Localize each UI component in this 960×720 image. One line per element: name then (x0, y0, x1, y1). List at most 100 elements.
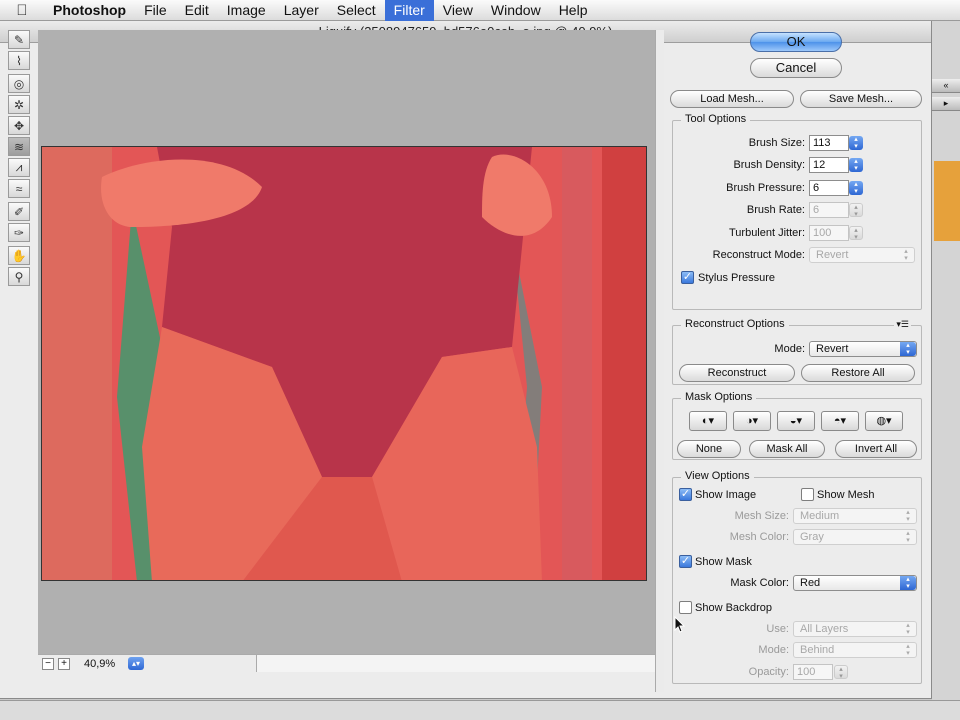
turbulent-jitter-label: Turbulent Jitter: (728, 227, 805, 239)
invert-all-button[interactable]: Invert All (835, 440, 917, 458)
turbulent-jitter-field[interactable]: 100 (809, 225, 849, 241)
freeze-mask-tool-icon[interactable]: ✐ (8, 202, 30, 221)
brush-density-stepper[interactable]: ▴ ▾ (849, 158, 863, 172)
mesh-color-select[interactable]: Gray ▴ ▾ (793, 529, 917, 545)
menu-view[interactable]: View (434, 0, 482, 21)
mask-color-select[interactable]: Red ▴ ▾ (793, 575, 917, 591)
menu-image[interactable]: Image (218, 0, 275, 21)
brush-rate-field[interactable]: 6 (809, 202, 849, 218)
collapse-icon[interactable]: ▸ (932, 97, 960, 111)
chevron-updown-icon: ▴ ▾ (906, 530, 910, 544)
mesh-size-label: Mesh Size: (734, 510, 789, 522)
mask-intersect-icon[interactable]: ◓▾ (821, 411, 859, 431)
push-left-tool-icon[interactable]: ≋ (8, 137, 30, 156)
turbulence-tool-icon[interactable]: ≈ (8, 179, 30, 198)
brush-size-stepper[interactable]: ▴ ▾ (849, 136, 863, 150)
restore-all-button[interactable]: Restore All (801, 364, 915, 382)
view-options-group: View Options ✓ Show Image Show Mesh Mesh… (672, 470, 922, 684)
pucker-tool-icon[interactable]: ✲ (8, 95, 30, 114)
forward-warp-tool-icon[interactable]: ✎ (8, 30, 30, 49)
zoom-stepper[interactable]: ▴▾ (128, 657, 144, 670)
backdrop-mode-label: Mode: (758, 644, 789, 656)
chevron-updown-icon: ▴ ▾ (900, 342, 916, 356)
mesh-size-select[interactable]: Medium ▴ ▾ (793, 508, 917, 524)
mask-none-button[interactable]: None (677, 440, 741, 458)
mouse-cursor-icon (674, 616, 686, 633)
background-app-edge: « ▸ (932, 21, 960, 720)
zoom-in-button[interactable]: + (58, 657, 70, 670)
turbulent-jitter-stepper[interactable]: ▴ ▾ (849, 226, 863, 241)
zoom-bar: − + 40,9% ▴▾ (38, 654, 655, 672)
thaw-mask-tool-icon[interactable]: ✑ (8, 223, 30, 242)
backdrop-use-select[interactable]: All Layers ▴ ▾ (793, 621, 917, 637)
preview-image[interactable] (41, 146, 647, 581)
menu-file[interactable]: File (135, 0, 176, 21)
brush-size-field[interactable]: 113 (809, 135, 849, 151)
preview-canvas[interactable] (38, 30, 655, 655)
menu-edit[interactable]: Edit (176, 0, 218, 21)
load-mesh-button[interactable]: Load Mesh... (670, 90, 794, 108)
panel-menu-icon[interactable]: ▾☰ (894, 319, 911, 330)
zoom-tool-icon[interactable]: ⚲ (8, 267, 30, 286)
mirror-tool-icon[interactable]: ⩘ (8, 158, 30, 177)
reconstruct-tool-icon[interactable]: ⌇ (8, 51, 30, 70)
menu-select[interactable]: Select (328, 0, 385, 21)
mask-subtract-icon[interactable]: ◒▾ (777, 411, 815, 431)
mask-options-group: Mask Options ◐▾ ◑▾ ◒▾ ◓▾ ◍▾ None Mask Al… (672, 391, 922, 460)
chevron-updown-icon: ▴ ▾ (906, 509, 910, 523)
bloat-tool-icon[interactable]: ✥ (8, 116, 30, 135)
brush-pressure-label: Brush Pressure: (726, 182, 805, 194)
mask-replace-icon[interactable]: ◐▾ (689, 411, 727, 431)
backdrop-mode-select[interactable]: Behind ▴ ▾ (793, 642, 917, 658)
show-image-label: Show Image (695, 489, 757, 501)
brush-pressure-stepper[interactable]: ▴ ▾ (849, 181, 863, 195)
reconstruct-button[interactable]: Reconstruct (679, 364, 795, 382)
backdrop-mode-value: Behind (800, 644, 835, 656)
show-image-checkbox[interactable]: ✓ (679, 488, 692, 501)
collapse-icon[interactable]: « (932, 79, 960, 93)
mask-all-button[interactable]: Mask All (749, 440, 825, 458)
menu-layer[interactable]: Layer (275, 0, 328, 21)
background-swatch (934, 161, 960, 241)
show-mesh-label: Show Mesh (817, 489, 875, 501)
backdrop-opacity-field[interactable]: 100 (793, 664, 833, 680)
ok-button[interactable]: OK (750, 32, 842, 52)
menu-photoshop[interactable]: Photoshop (44, 0, 135, 21)
brush-density-field[interactable]: 12 (809, 157, 849, 173)
reconstruct-options-mode-select[interactable]: Revert ▴ ▾ (809, 341, 917, 357)
cancel-button[interactable]: Cancel (750, 58, 842, 78)
tool-options-title: Tool Options (681, 113, 751, 125)
apple-logo-icon[interactable]:  (0, 2, 44, 19)
reconstruct-options-group: Reconstruct Options ▾☰ Mode: Revert ▴ ▾ R… (672, 318, 922, 385)
backdrop-opacity-stepper[interactable]: ▴ ▾ (834, 665, 848, 680)
reconstruct-mode-select[interactable]: Revert ▴ ▾ (809, 247, 915, 263)
hand-tool-icon[interactable]: ✋ (8, 246, 30, 265)
brush-pressure-field[interactable]: 6 (809, 180, 849, 196)
show-backdrop-checkbox[interactable] (679, 601, 692, 614)
horizontal-scrollbar[interactable] (256, 655, 655, 672)
backdrop-use-value: All Layers (800, 623, 849, 635)
masked-photo (42, 147, 646, 580)
menu-help[interactable]: Help (550, 0, 597, 21)
vertical-scrollbar[interactable] (655, 30, 664, 692)
background-app-bottom (0, 700, 960, 720)
show-mask-checkbox[interactable]: ✓ (679, 555, 692, 568)
menu-filter[interactable]: Filter (384, 0, 434, 21)
brush-rate-stepper[interactable]: ▴ ▾ (849, 203, 863, 218)
stylus-pressure-checkbox[interactable]: ✓ (681, 271, 694, 284)
save-mesh-button[interactable]: Save Mesh... (800, 90, 922, 108)
options-panel: OK Cancel Load Mesh... Save Mesh... Tool… (668, 30, 926, 684)
backdrop-opacity-label: Opacity: (748, 666, 789, 678)
chevron-updown-icon: ▴ ▾ (900, 576, 916, 590)
reconstruct-options-title: Reconstruct Options (681, 318, 789, 330)
mask-invert-icon[interactable]: ◍▾ (865, 411, 903, 431)
zoom-out-button[interactable]: − (42, 657, 54, 670)
mask-add-icon[interactable]: ◑▾ (733, 411, 771, 431)
brush-rate-label: Brush Rate: (746, 204, 805, 216)
menu-bar:  Photoshop File Edit Image Layer Select… (0, 0, 960, 21)
twirl-clockwise-tool-icon[interactable]: ◎ (8, 74, 30, 93)
mesh-color-value: Gray (800, 531, 824, 543)
menu-window[interactable]: Window (482, 0, 550, 21)
mask-color-label: Mask Color: (730, 577, 789, 589)
show-mesh-checkbox[interactable] (801, 488, 814, 501)
